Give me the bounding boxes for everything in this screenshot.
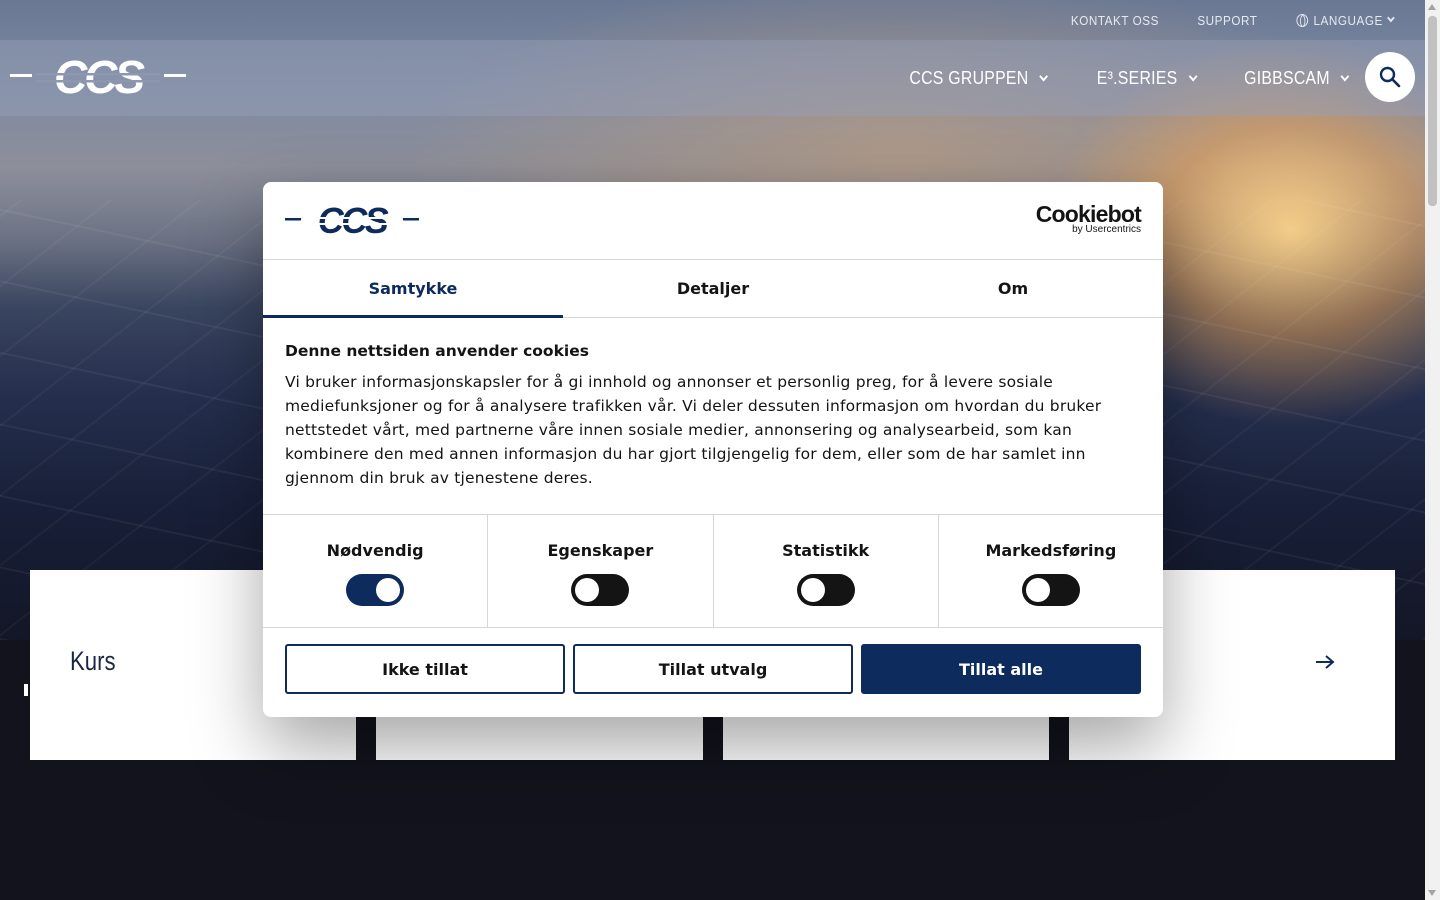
dialog-tabs: Samtykke Detaljer Om	[263, 260, 1163, 318]
utility-bar: KONTAKT OSS SUPPORT LANGUAGE	[0, 0, 1425, 40]
slider-marker	[24, 684, 28, 696]
arrow-right-icon	[1316, 655, 1335, 669]
toggle-preferences: Egenskaper	[488, 515, 714, 627]
cookiebot-logo[interactable]: Cookiebot by Usercentrics	[1035, 201, 1142, 235]
nav-item-e3-series[interactable]: E³.SERIES	[1096, 67, 1198, 89]
deny-button[interactable]: Ikke tillat	[285, 644, 565, 694]
main-nav: CCS GRUPPEN E³.SERIES GIBBSCAM	[900, 40, 1355, 116]
language-selector[interactable]: LANGUAGE	[1296, 12, 1395, 28]
switch-knob	[575, 578, 600, 602]
toggle-label: Statistikk	[782, 541, 870, 560]
scroll-down-arrow[interactable]	[1428, 890, 1436, 896]
toggle-label: Egenskaper	[547, 541, 654, 560]
marketing-switch[interactable]	[1021, 574, 1080, 606]
globe-icon	[1296, 13, 1309, 27]
tab-detaljer[interactable]: Detaljer	[563, 260, 863, 317]
dialog-header: CCS Cookiebot by Usercentrics	[263, 182, 1163, 260]
switch-knob	[800, 578, 825, 602]
chevron-down-icon	[1387, 13, 1395, 23]
search-button[interactable]	[1365, 52, 1415, 102]
scroll-up-arrow[interactable]	[1428, 4, 1436, 10]
dialog-body: Denne nettsiden anvender cookies Vi bruk…	[285, 342, 1141, 490]
necessary-switch[interactable]	[346, 574, 405, 606]
dialog-description: Vi bruker informasjonskapsler for å gi i…	[285, 373, 1102, 487]
toggle-statistics: Statistikk	[714, 515, 939, 627]
card-title: Kurs	[70, 646, 116, 676]
nav-label: E³.SERIES	[1096, 67, 1178, 88]
preferences-switch[interactable]	[571, 574, 630, 606]
main-header: CCS CCS GRUPPEN E³.SERIES GIBBSCAM	[0, 40, 1425, 116]
language-label: LANGUAGE	[1313, 12, 1383, 28]
search-icon	[1379, 66, 1401, 88]
allow-selection-button[interactable]: Tillat utvalg	[573, 644, 853, 694]
nav-item-ccs-gruppen[interactable]: CCS GRUPPEN	[908, 67, 1048, 89]
cookiebot-name: Cookiebot	[1035, 201, 1142, 227]
chevron-down-icon	[1340, 71, 1350, 81]
ccs-logo[interactable]: CCS	[10, 56, 186, 98]
ccs-logo: CCS	[285, 204, 419, 236]
chevron-down-icon	[1039, 71, 1048, 81]
toggle-label: Nødvendig	[326, 541, 424, 560]
nav-label: GIBBSCAM	[1243, 67, 1330, 88]
chevron-down-icon	[1188, 71, 1198, 81]
support-link[interactable]: SUPPORT	[1197, 13, 1257, 28]
nav-label: CCS GRUPPEN	[908, 67, 1028, 88]
nav-item-gibbscam[interactable]: GIBBSCAM	[1243, 67, 1350, 89]
toggle-label: Markedsføring	[985, 541, 1117, 560]
tab-om[interactable]: Om	[863, 260, 1163, 317]
scroll-thumb[interactable]	[1428, 16, 1437, 206]
contact-link[interactable]: KONTAKT OSS	[1071, 13, 1159, 28]
statistics-switch[interactable]	[796, 574, 855, 606]
switch-knob	[376, 578, 401, 602]
cookie-consent-dialog: CCS Cookiebot by Usercentrics Samtykke D…	[263, 182, 1163, 717]
dialog-title: Denne nettsiden anvender cookies	[285, 342, 589, 360]
allow-all-button[interactable]: Tillat alle	[861, 644, 1141, 694]
logo-text: CCS	[54, 56, 145, 98]
toggle-marketing: Markedsføring	[939, 515, 1163, 627]
consent-toggles: Nødvendig Egenskaper Statistikk Markedsf…	[263, 514, 1163, 628]
dialog-buttons: Ikke tillat Tillat utvalg Tillat alle	[285, 644, 1141, 694]
switch-knob	[1025, 578, 1050, 602]
tab-samtykke[interactable]: Samtykke	[263, 260, 563, 318]
page-scrollbar[interactable]	[1425, 0, 1440, 900]
toggle-necessary: Nødvendig	[263, 515, 489, 627]
logo-text: CCS	[318, 204, 389, 236]
